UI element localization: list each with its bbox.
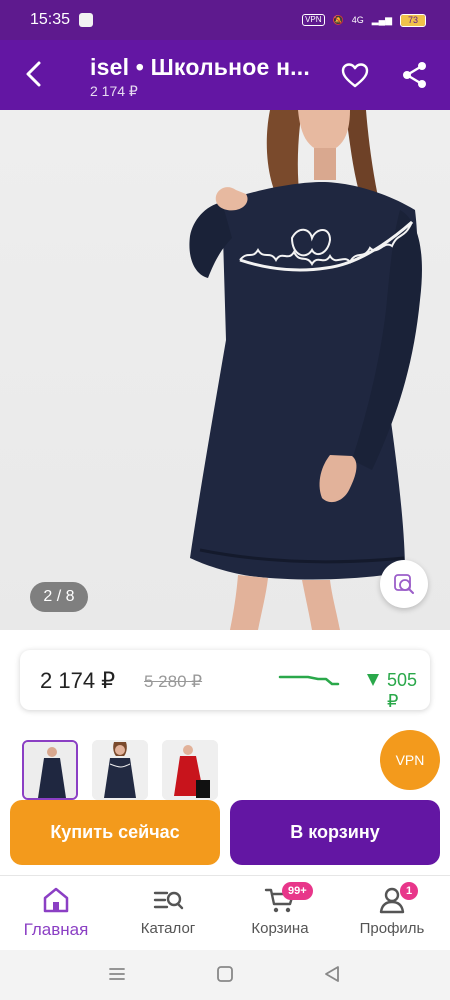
home-square-icon[interactable] <box>215 964 235 984</box>
back-arrow-icon[interactable] <box>20 59 50 89</box>
gallery-counter: 2 / 8 <box>30 582 88 612</box>
price-history-sparkline-icon[interactable] <box>278 670 358 690</box>
share-icon[interactable] <box>400 60 430 90</box>
bottom-navigation: Главная Каталог 99+ Корзина 1 Профиль <box>0 875 450 950</box>
recent-apps-icon[interactable] <box>107 964 127 984</box>
cart-count-badge: 99+ <box>282 882 313 900</box>
title-block: isel • Школьное н... 2 174 ₽ <box>90 53 325 100</box>
signal-icon: ▂▄▆ <box>371 14 392 25</box>
app-notification-icon <box>79 13 94 27</box>
profile-notification-badge: 1 <box>400 882 418 900</box>
nav-profile-label: Профиль <box>359 920 425 937</box>
catalog-search-icon <box>153 891 184 910</box>
dress-photo-illustration <box>189 110 422 630</box>
nav-cart[interactable]: 99+ Корзина <box>224 876 336 951</box>
thumbnail-dress-red-icon <box>162 740 218 800</box>
home-icon <box>43 887 69 913</box>
add-to-cart-button[interactable]: В корзину <box>230 800 440 865</box>
battery-icon: 73 <box>400 13 426 27</box>
image-search-icon <box>394 574 414 594</box>
mute-icon: 🔕 <box>332 14 344 25</box>
thumbnail-1[interactable] <box>22 740 78 800</box>
top-app-bar: isel • Школьное н... 2 174 ₽ <box>0 40 450 110</box>
thumbnail-dress-navy-icon <box>24 742 76 798</box>
status-bar: 15:35 VPN 🔕 4G ▂▄▆ 73 <box>0 0 450 40</box>
back-triangle-icon[interactable] <box>322 964 342 984</box>
header-price: 2 174 ₽ <box>90 83 138 99</box>
vpn-status-icon: VPN <box>302 14 325 26</box>
nav-catalog[interactable]: Каталог <box>112 876 224 951</box>
thumbnail-3[interactable] <box>162 740 218 800</box>
product-photo[interactable]: 2 / 8 <box>0 110 450 630</box>
thumbnail-2[interactable] <box>92 740 148 800</box>
price-drop-arrow-icon <box>367 674 379 686</box>
nav-profile[interactable]: 1 Профиль <box>336 876 448 951</box>
product-title: isel • Школьное н... <box>90 54 310 80</box>
status-indicators: VPN 🔕 4G ▂▄▆ 73 <box>302 13 426 27</box>
thumbnail-dress-navy-front-icon <box>92 740 148 800</box>
buy-now-button[interactable]: Купить сейчас <box>10 800 220 865</box>
visual-search-button[interactable] <box>380 560 428 608</box>
system-navigation-bar <box>0 950 450 1000</box>
network-status: 4G <box>351 15 364 25</box>
price-card: 2 174 ₽ 5 280 ₽ 505 ₽ <box>20 650 430 711</box>
favorite-heart-icon[interactable] <box>340 60 370 90</box>
nav-home-label: Главная <box>23 920 89 939</box>
vpn-floating-button[interactable]: VPN <box>380 730 440 790</box>
old-price: 5 280 ₽ <box>144 672 203 691</box>
product-screen: 15:35 VPN 🔕 4G ▂▄▆ 73 isel • Школьное н.… <box>0 0 450 1000</box>
price-drop-amount: 505 ₽ <box>387 670 418 711</box>
status-time: 15:35 <box>30 11 71 28</box>
nav-catalog-label: Каталог <box>140 920 196 937</box>
nav-home[interactable]: Главная <box>0 876 112 951</box>
current-price: 2 174 ₽ <box>40 668 116 693</box>
nav-cart-label: Корзина <box>251 920 309 937</box>
